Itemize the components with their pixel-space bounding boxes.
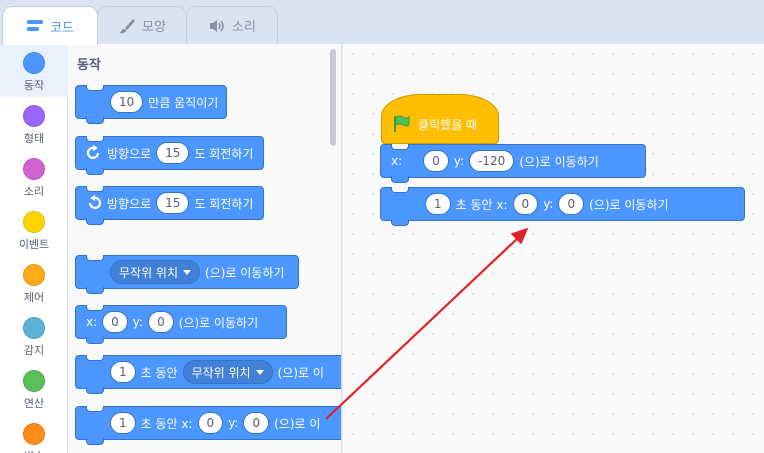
palette-section-title: 동작 xyxy=(77,58,101,73)
category-label: 제어 xyxy=(23,291,45,304)
category-variables[interactable]: 변수 xyxy=(0,415,68,453)
degrees-input[interactable]: 15 xyxy=(156,142,190,164)
category-variables-dot xyxy=(23,423,45,445)
tab-sounds-label: 소리 xyxy=(232,20,256,35)
block-text: (으)로 이 xyxy=(274,416,321,431)
category-operators-dot xyxy=(23,370,45,392)
tab-costumes-label: 모양 xyxy=(142,20,166,35)
category-control[interactable]: 제어 xyxy=(0,256,68,309)
block-text: 도 회전하기 xyxy=(194,196,254,211)
category-sensing[interactable]: 감지 xyxy=(0,309,68,362)
block-text: 초 동안 x: xyxy=(140,416,193,431)
x-input[interactable]: 0 xyxy=(197,412,224,434)
rotate-right-icon xyxy=(86,145,102,161)
category-motion-dot xyxy=(23,52,45,74)
block-text: y: xyxy=(228,416,239,430)
block-text: x: xyxy=(86,315,98,329)
dropdown-value: 무작위 위치 xyxy=(119,265,179,280)
block-palette: 동작 10 만큼 움직이기 방향으로 15 도 회전하기 방향으로 15 도 회… xyxy=(68,44,342,453)
category-label: 소리 xyxy=(23,185,45,198)
block-text: (으)로 이동하기 xyxy=(205,265,285,280)
x-input[interactable]: 0 xyxy=(512,193,539,215)
block-text: (으)로 이동하기 xyxy=(589,197,669,212)
code-icon xyxy=(26,18,44,34)
rotate-left-icon xyxy=(86,195,102,211)
category-label: 이벤트 xyxy=(18,238,50,251)
chevron-down-icon xyxy=(183,269,192,275)
block-turn-right[interactable]: 방향으로 15 도 회전하기 xyxy=(75,136,264,175)
block-go-to-xy-script[interactable]: x: 0 y: -120 (으)로 이동하기 xyxy=(380,144,646,183)
tab-sounds[interactable]: 소리 xyxy=(186,6,278,44)
block-go-to-xy[interactable]: x: 0 y: 0 (으)로 이동하기 xyxy=(75,305,287,344)
seconds-input[interactable]: 1 xyxy=(110,412,136,434)
block-turn-left[interactable]: 방향으로 15 도 회전하기 xyxy=(75,186,264,225)
target-dropdown[interactable]: 무작위 위치 xyxy=(182,360,273,384)
block-glide-to-xy-script[interactable]: 1 초 동안 x: 0 y: 0 (으)로 이동하기 xyxy=(380,187,745,226)
category-events[interactable]: 이벤트 xyxy=(0,203,68,256)
block-text: 방향으로 xyxy=(107,146,152,161)
y-input[interactable]: 0 xyxy=(558,193,585,215)
degrees-input[interactable]: 15 xyxy=(156,192,190,214)
y-input[interactable]: 0 xyxy=(148,311,174,333)
category-label: 변수 xyxy=(24,448,44,453)
block-text: (으)로 이 xyxy=(277,365,324,380)
block-text: 초 동안 x: xyxy=(455,197,508,212)
block-text: y: xyxy=(132,315,144,329)
speaker-icon xyxy=(208,18,226,34)
y-input[interactable]: -120 xyxy=(469,150,515,172)
category-label: 형태 xyxy=(23,132,45,145)
block-when-flag-clicked[interactable]: 클릭했을 때 xyxy=(381,94,499,144)
block-text: x: xyxy=(391,154,403,168)
block-text: (으)로 이동하기 xyxy=(519,154,599,169)
block-go-to-random[interactable]: 무작위 위치 (으)로 이동하기 xyxy=(75,255,299,294)
block-text: 클릭했을 때 xyxy=(418,118,478,132)
steps-input[interactable]: 10 xyxy=(110,91,144,113)
x-input[interactable]: 0 xyxy=(423,150,449,172)
brush-icon xyxy=(118,18,136,34)
block-text: y: xyxy=(543,197,554,211)
block-text: y: xyxy=(453,154,465,168)
editor-tabs: 코드 모양 소리 xyxy=(0,0,764,45)
block-text: 방향으로 xyxy=(107,196,152,211)
category-sound[interactable]: 소리 xyxy=(0,150,68,203)
category-label: 동작 xyxy=(23,79,45,92)
category-sound-dot xyxy=(23,158,45,180)
category-label: 연산 xyxy=(23,397,45,410)
seconds-input[interactable]: 1 xyxy=(425,193,451,215)
x-input[interactable]: 0 xyxy=(102,311,128,333)
script-workspace[interactable]: 클릭했을 때 x: 0 y: -120 (으)로 이동하기 1 초 동안 x: … xyxy=(343,44,764,453)
seconds-input[interactable]: 1 xyxy=(110,361,136,383)
block-glide-to-xy[interactable]: 1 초 동안 x: 0 y: 0 (으)로 이 xyxy=(75,406,341,445)
block-glide-to-random[interactable]: 1 초 동안 무작위 위치 (으)로 이 xyxy=(75,355,341,394)
block-move-steps[interactable]: 10 만큼 움직이기 xyxy=(75,85,227,124)
category-looks-dot xyxy=(23,105,45,127)
category-sensing-dot xyxy=(23,317,45,339)
category-menu: 동작 형태 소리 이벤트 제어 감지 연산 변수 xyxy=(0,44,68,453)
category-motion[interactable]: 동작 xyxy=(0,44,68,97)
category-control-dot xyxy=(23,264,45,286)
tab-code[interactable]: 코드 xyxy=(2,6,98,45)
target-dropdown[interactable]: 무작위 위치 xyxy=(110,260,201,284)
block-text: 만큼 움직이기 xyxy=(148,95,219,110)
green-flag-icon xyxy=(392,115,410,133)
chevron-down-icon xyxy=(255,369,264,375)
category-looks[interactable]: 형태 xyxy=(0,97,68,150)
category-label: 감지 xyxy=(23,344,45,357)
category-events-dot xyxy=(23,211,45,233)
block-text: (으)로 이동하기 xyxy=(178,315,259,330)
dropdown-value: 무작위 위치 xyxy=(191,365,251,380)
category-operators[interactable]: 연산 xyxy=(0,362,68,415)
block-text: 초 동안 xyxy=(140,365,178,380)
block-text: 도 회전하기 xyxy=(194,146,254,161)
y-input[interactable]: 0 xyxy=(243,412,270,434)
tab-costumes[interactable]: 모양 xyxy=(97,6,187,44)
palette-scrollbar[interactable] xyxy=(330,49,336,146)
tab-code-label: 코드 xyxy=(50,20,74,36)
